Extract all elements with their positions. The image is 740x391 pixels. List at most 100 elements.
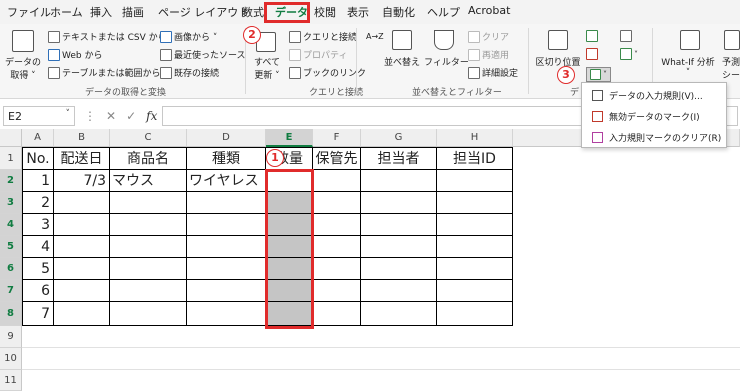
- existing-connections-button[interactable]: 既存の接続: [160, 66, 219, 79]
- remove-duplicates-button[interactable]: [586, 48, 598, 60]
- cell-e3[interactable]: [266, 192, 313, 214]
- forecast-sheet-button[interactable]: 予測 シー: [722, 55, 740, 81]
- row-header-5[interactable]: 5: [0, 236, 22, 258]
- select-all-corner[interactable]: [0, 129, 22, 147]
- menu-acrobat[interactable]: Acrobat: [468, 4, 510, 17]
- cell-g3[interactable]: [361, 192, 437, 214]
- cell-a3[interactable]: 2: [22, 192, 54, 214]
- row-header-3[interactable]: 3: [0, 192, 22, 214]
- cell-g2[interactable]: [361, 170, 437, 192]
- row-header-8[interactable]: 8: [0, 302, 22, 326]
- row-header-1[interactable]: 1: [0, 147, 22, 170]
- cell-h7[interactable]: [437, 280, 513, 302]
- cell-b6[interactable]: [54, 258, 110, 280]
- menu-file[interactable]: ファイル: [7, 4, 51, 20]
- clear-button[interactable]: クリア: [468, 30, 509, 43]
- cell-h3[interactable]: [437, 192, 513, 214]
- row-header-6[interactable]: 6: [0, 258, 22, 280]
- cell-h8[interactable]: [437, 302, 513, 326]
- cell-a6[interactable]: 5: [22, 258, 54, 280]
- cell-a4[interactable]: 3: [22, 214, 54, 236]
- cell-h2[interactable]: [437, 170, 513, 192]
- from-picture-button[interactable]: 画像から ˅: [160, 30, 217, 43]
- table-range-button[interactable]: テーブルまたは範囲から: [48, 66, 160, 79]
- relationships-button[interactable]: ˅: [620, 48, 638, 60]
- menu-view[interactable]: 表示: [347, 4, 369, 20]
- cell-d5[interactable]: [187, 236, 266, 258]
- menu-help[interactable]: ヘルプ: [427, 4, 460, 20]
- insert-function-icon[interactable]: fx: [146, 109, 157, 123]
- cell-c6[interactable]: [110, 258, 187, 280]
- cell-f7[interactable]: [313, 280, 361, 302]
- header-cell-storage[interactable]: 保管先: [313, 147, 361, 170]
- properties-button[interactable]: プロパティ: [289, 48, 347, 61]
- queries-connections-button[interactable]: クエリと接続: [289, 30, 357, 43]
- cell-f4[interactable]: [313, 214, 361, 236]
- menu-review[interactable]: 校閲: [314, 4, 336, 20]
- row-header-11[interactable]: 11: [0, 370, 22, 391]
- cell-d8[interactable]: [187, 302, 266, 326]
- text-to-columns-button[interactable]: 区切り位置: [534, 55, 582, 68]
- cell-e4[interactable]: [266, 214, 313, 236]
- cell-c8[interactable]: [110, 302, 187, 326]
- cell-f3[interactable]: [313, 192, 361, 214]
- column-header-b[interactable]: B: [54, 129, 110, 147]
- column-header-f[interactable]: F: [313, 129, 361, 147]
- menu-item-clear-circles[interactable]: 入力規則マークのクリア(R): [582, 127, 726, 147]
- menu-insert[interactable]: 挿入: [90, 4, 112, 20]
- reapply-button[interactable]: 再適用: [468, 48, 509, 61]
- cell-d6[interactable]: [187, 258, 266, 280]
- chevron-down-icon[interactable]: ˅: [66, 109, 71, 119]
- column-header-a[interactable]: A: [22, 129, 54, 147]
- column-header-d[interactable]: D: [187, 129, 266, 147]
- cell-a8[interactable]: 7: [22, 302, 54, 326]
- workbook-links-button[interactable]: ブックのリンク: [289, 66, 366, 79]
- cell-f5[interactable]: [313, 236, 361, 258]
- recent-sources-button[interactable]: 最近使ったソース: [160, 48, 246, 61]
- cell-g8[interactable]: [361, 302, 437, 326]
- row-header-2[interactable]: 2: [0, 170, 22, 192]
- cell-b2[interactable]: 7/3: [54, 170, 110, 192]
- cell-g5[interactable]: [361, 236, 437, 258]
- advanced-filter-button[interactable]: 詳細設定: [468, 66, 518, 79]
- header-cell-product[interactable]: 商品名: [110, 147, 187, 170]
- header-cell-staff-id[interactable]: 担当ID: [437, 147, 513, 170]
- column-header-g[interactable]: G: [361, 129, 437, 147]
- cell-d4[interactable]: [187, 214, 266, 236]
- menu-item-circle-invalid[interactable]: 無効データのマーク(I): [582, 106, 726, 126]
- cell-e2[interactable]: [266, 170, 313, 192]
- cell-g4[interactable]: [361, 214, 437, 236]
- whatif-button[interactable]: What-If 分析 ˅: [656, 55, 720, 78]
- header-cell-staff[interactable]: 担当者: [361, 147, 437, 170]
- cell-e7[interactable]: [266, 280, 313, 302]
- cell-c3[interactable]: [110, 192, 187, 214]
- cell-b7[interactable]: [54, 280, 110, 302]
- cell-b5[interactable]: [54, 236, 110, 258]
- cell-h4[interactable]: [437, 214, 513, 236]
- menu-draw[interactable]: 描画: [122, 4, 144, 20]
- cell-a5[interactable]: 4: [22, 236, 54, 258]
- cell-a2[interactable]: 1: [22, 170, 54, 192]
- refresh-all-button[interactable]: すべて 更新 ˅: [250, 55, 284, 81]
- row-header-7[interactable]: 7: [0, 280, 22, 302]
- cell-e5[interactable]: [266, 236, 313, 258]
- text-csv-button[interactable]: テキストまたは CSV から: [48, 30, 167, 43]
- menu-formulas[interactable]: 数式: [242, 4, 264, 20]
- menu-page-layout[interactable]: ページ レイアウト: [158, 4, 249, 20]
- cell-b8[interactable]: [54, 302, 110, 326]
- cell-f6[interactable]: [313, 258, 361, 280]
- enter-icon[interactable]: ✓: [126, 109, 136, 123]
- cell-c4[interactable]: [110, 214, 187, 236]
- flash-fill-button[interactable]: [586, 30, 598, 42]
- cell-g6[interactable]: [361, 258, 437, 280]
- name-box[interactable]: E2 ˅: [3, 106, 75, 126]
- sort-az-button[interactable]: A→Z: [366, 32, 384, 41]
- cell-c2[interactable]: マウス: [110, 170, 187, 192]
- filter-button[interactable]: フィルター: [424, 55, 469, 68]
- row-header-10[interactable]: 10: [0, 348, 22, 370]
- cell-h6[interactable]: [437, 258, 513, 280]
- get-data-button[interactable]: データの 取得 ˅: [4, 55, 42, 81]
- column-header-c[interactable]: C: [110, 129, 187, 147]
- cell-d7[interactable]: [187, 280, 266, 302]
- menu-item-data-validation[interactable]: データの入力規則(V)...: [582, 85, 726, 105]
